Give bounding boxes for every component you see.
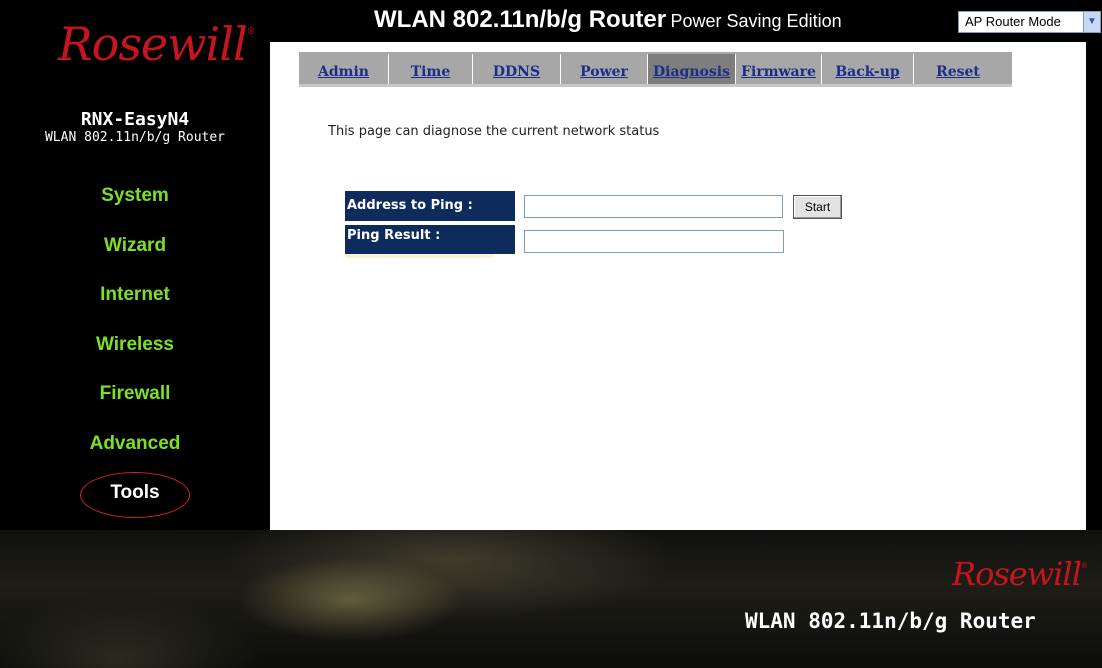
footer-banner: Rosewill® WLAN 802.11n/b/g Router <box>0 530 1102 668</box>
ping-address-input[interactable] <box>524 195 783 218</box>
title-main: WLAN 802.11n/b/g Router <box>374 6 667 33</box>
tab-bar-underline <box>299 84 1012 87</box>
title-sub: Power Saving Edition <box>670 11 842 31</box>
header: WLAN 802.11n/b/g Router Power Saving Edi… <box>270 0 1102 42</box>
chevron-down-icon[interactable]: ▼ <box>1083 12 1100 32</box>
sidebar-item-tools[interactable]: Tools <box>0 472 270 530</box>
model-name: RNX-EasyN4 <box>80 109 190 130</box>
ping-address-label: Address to Ping : <box>345 191 515 221</box>
content-panel: Admin Time DDNS Power Diagnosis Firmware… <box>270 42 1086 530</box>
sidebar-item-firewall[interactable]: Firewall <box>0 381 270 431</box>
model-info: RNX-EasyN4 WLAN 802.11n/b/g Router <box>0 110 270 146</box>
sidebar-nav: System Wizard Internet Wireless Firewall… <box>0 183 270 530</box>
tab-reset[interactable]: Reset <box>914 54 1002 84</box>
sidebar-item-wireless[interactable]: Wireless <box>0 332 270 382</box>
model-description: WLAN 802.11n/b/g Router <box>44 130 225 145</box>
ping-result-field[interactable] <box>524 230 784 253</box>
rosewill-logo-footer: Rosewill® <box>952 555 1088 593</box>
rosewill-logo: Rosewill® <box>58 17 256 71</box>
tab-firmware[interactable]: Firmware <box>736 54 822 84</box>
sidebar-item-wizard[interactable]: Wizard <box>0 233 270 283</box>
sidebar-item-internet[interactable]: Internet <box>0 282 270 332</box>
tab-power[interactable]: Power <box>561 54 648 84</box>
tools-tabs: Admin Time DDNS Power Diagnosis Firmware… <box>299 52 1012 86</box>
tab-ddns[interactable]: DDNS <box>473 54 561 84</box>
tab-time[interactable]: Time <box>389 54 473 84</box>
mode-select[interactable]: AP Router Mode ▼ <box>958 11 1101 33</box>
footer-title: WLAN 802.11n/b/g Router <box>745 609 1036 633</box>
start-button[interactable]: Start <box>793 195 842 219</box>
sidebar-item-system[interactable]: System <box>0 183 270 233</box>
tab-diagnosis[interactable]: Diagnosis <box>648 54 736 84</box>
ping-result-label: Ping Result : <box>345 225 515 254</box>
page-title: WLAN 802.11n/b/g Router Power Saving Edi… <box>374 6 842 34</box>
page-description: This page can diagnose the current netwo… <box>328 124 660 139</box>
sidebar: Rosewill® RNX-EasyN4 WLAN 802.11n/b/g Ro… <box>0 0 270 545</box>
label-shadow <box>345 254 493 258</box>
mode-select-value: AP Router Mode <box>965 14 1061 29</box>
tab-admin[interactable]: Admin <box>299 54 389 84</box>
tab-backup[interactable]: Back-up <box>822 54 914 84</box>
